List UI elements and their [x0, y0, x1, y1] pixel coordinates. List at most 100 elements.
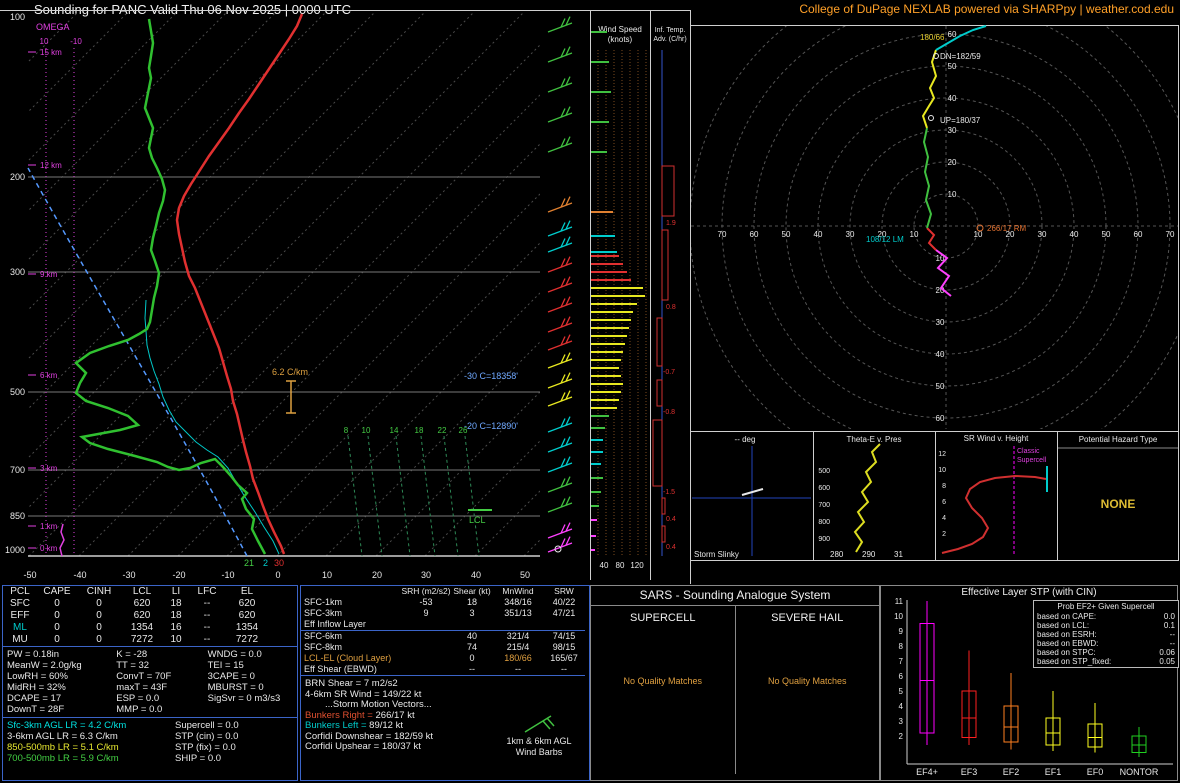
stp-box-ef4	[919, 601, 935, 745]
stp-category: EF4+	[916, 767, 938, 777]
cell: 0	[96, 610, 102, 621]
stp-category: EF3	[961, 767, 978, 777]
right-mover-label: 266/17 RM	[987, 224, 1026, 233]
lapse-rate-700-500: 700-500mb LR = 5.9 C/km	[7, 753, 119, 764]
thetae-curve	[853, 443, 881, 553]
ring-label: 60	[1134, 230, 1143, 239]
legend-title: Prob EF2+ Given Supercell	[1057, 602, 1155, 611]
cell: 18	[466, 597, 477, 607]
col-header	[301, 586, 401, 597]
cell: 215/4	[506, 642, 530, 652]
index-value: K = -28	[116, 649, 148, 660]
lapse-rate-sfc-3km: Sfc-3km AGL LR = 4.2 C/km	[7, 720, 127, 731]
sars-hail-header: SEVERE HAIL	[771, 612, 844, 624]
corfidi-downshear-label: Corfidi Downshear =	[305, 730, 394, 742]
ring-label: 50	[1102, 230, 1111, 239]
corfidi-dn-label: DN=182/59	[940, 52, 981, 61]
col-header: Shear (kt)	[453, 586, 491, 596]
wind-barb-column	[547, 15, 573, 553]
legend-value: --	[1169, 639, 1175, 648]
parcel-trace-line	[27, 167, 248, 557]
bunkers-left-label[interactable]: Bunkers Left =	[305, 720, 369, 731]
stp-y-label: 10	[894, 612, 903, 621]
mixing-ratio-label: 10	[362, 426, 371, 435]
temp-axis-label: -20	[172, 570, 185, 580]
hazard-value: NONE	[1101, 497, 1136, 511]
parcel-row-name[interactable]: SFC	[3, 598, 37, 610]
pressure-label: 300	[10, 267, 25, 277]
sars-columns: SUPERCELL No Quality Matches SEVERE HAIL…	[591, 606, 879, 774]
indices-col3: WNDG = 0.0 TEI = 15 3CAPE = 0 MBURST = 0…	[208, 649, 297, 715]
temp-axis-label: -10	[221, 570, 234, 580]
lcl-marker: LCL	[468, 509, 492, 525]
thetae-x-label: 280	[830, 550, 844, 559]
sharppy-sounding-app: Sounding for PANC Valid Thu 06 Nov 2025 …	[0, 0, 1180, 783]
wind-speed-panel: Wind Speed (knots) 40 80 120	[591, 25, 647, 570]
agl-wind-barb-icon	[524, 715, 555, 733]
temp-axis-label: 10	[322, 570, 332, 580]
cell: 18	[170, 610, 182, 621]
layer-row-name: Eff Shear (EBWD)	[301, 664, 401, 676]
wind-axis-label: 80	[616, 561, 625, 570]
bunkers-left-value: 89/12 kt	[369, 720, 403, 731]
stp-box-ef0	[1087, 703, 1103, 753]
parcel-row-name[interactable]: MU	[3, 634, 37, 646]
stp-category: EF1	[1045, 767, 1062, 777]
ring-label: 50	[782, 230, 791, 239]
ring-label: 30	[1038, 230, 1047, 239]
srwind-km-labels: 12 10 8 6 4 2	[938, 451, 946, 538]
cell: 9	[423, 608, 429, 618]
ring-label: 60	[750, 230, 759, 239]
legend-value: --	[1169, 630, 1175, 639]
ring-label: 30	[846, 230, 855, 239]
slinky-axes	[692, 446, 811, 556]
stp-box-ef3	[961, 650, 977, 745]
parcel-row-name[interactable]: EFF	[3, 610, 37, 622]
col-header: PCL	[10, 586, 30, 597]
sr-wind-label: 4-6km SR Wind =	[305, 688, 383, 700]
left-mover-label: 108/12 LM	[866, 235, 904, 244]
pressure-axis-labels: 100 200 300 500 700 850 1000	[5, 12, 25, 555]
corfidi-upshear-label: Corfidi Upshear =	[305, 741, 382, 752]
col-header: LFC	[197, 586, 217, 597]
pressure-label: 500	[10, 387, 25, 397]
thetae-panel: Theta-E v. Pres 500 600 700 800 900 280 …	[818, 435, 903, 559]
legend-label: based on STP_fixed:	[1037, 657, 1112, 666]
bunkers-right-label[interactable]: Bunkers Right =	[305, 710, 376, 721]
thetae-x-label: 290	[862, 550, 876, 559]
stp-y-label: 4	[899, 702, 904, 711]
sr-wind-value: 149/22 kt	[382, 688, 422, 700]
thetae-pressure-labels: 500 600 700 800 900	[818, 468, 830, 543]
thetae-p-label: 900	[818, 536, 830, 543]
wind-axis-label: 40	[600, 561, 609, 570]
sars-supercell-status: No Quality Matches	[623, 676, 703, 686]
cell: 620	[133, 598, 151, 609]
index-value: ConvT = 70F	[116, 671, 172, 682]
layer-row-name: SFC-6km	[304, 631, 342, 641]
col-header: CAPE	[43, 586, 71, 597]
stp-title: Effective Layer STP (with CIN)	[961, 587, 1097, 598]
index-value: MBURST = 0	[207, 682, 264, 693]
mixing-ratio-lines: 8 10 14 18 22 26	[344, 426, 480, 557]
height-label: 3 km	[40, 464, 58, 473]
legend-label: based on STPC:	[1037, 648, 1096, 657]
cell: 351/13	[504, 608, 532, 618]
pressure-label: 850	[10, 511, 25, 521]
stp-y-label: 7	[899, 657, 904, 666]
cell	[543, 619, 585, 631]
ring-label: 10	[948, 190, 957, 199]
srwind-km-label: 6	[942, 499, 946, 506]
shear-table: SRH (m2/s2) Shear (kt) MnWind SRW SFC-1k…	[301, 586, 589, 676]
cell	[401, 631, 451, 642]
bunkers-right-value: 266/17 kt	[375, 709, 415, 721]
temp-adv-panel: Inf. Temp. Adv. (C/hr) 1.9 0.8 -0.7 -0.8…	[652, 27, 687, 556]
parcel-row-name[interactable]: ML	[3, 622, 37, 634]
stp-category-labels: EF4+ EF3 EF2 EF1 EF0 NONTOR	[916, 767, 1159, 777]
indices-col2: K = -28 TT = 32 ConvT = 70F maxT = 43F E…	[116, 649, 207, 715]
surface-values: 21 2 30	[244, 558, 284, 568]
upper-charts: 100 200 300 500 700 850 1000 15 km 12 km…	[0, 10, 1179, 584]
ring-label: 40	[948, 94, 957, 103]
cell: --	[203, 598, 211, 609]
brn-shear-value: 7 m2/s2	[363, 678, 398, 689]
ring-label: 50	[948, 62, 957, 71]
